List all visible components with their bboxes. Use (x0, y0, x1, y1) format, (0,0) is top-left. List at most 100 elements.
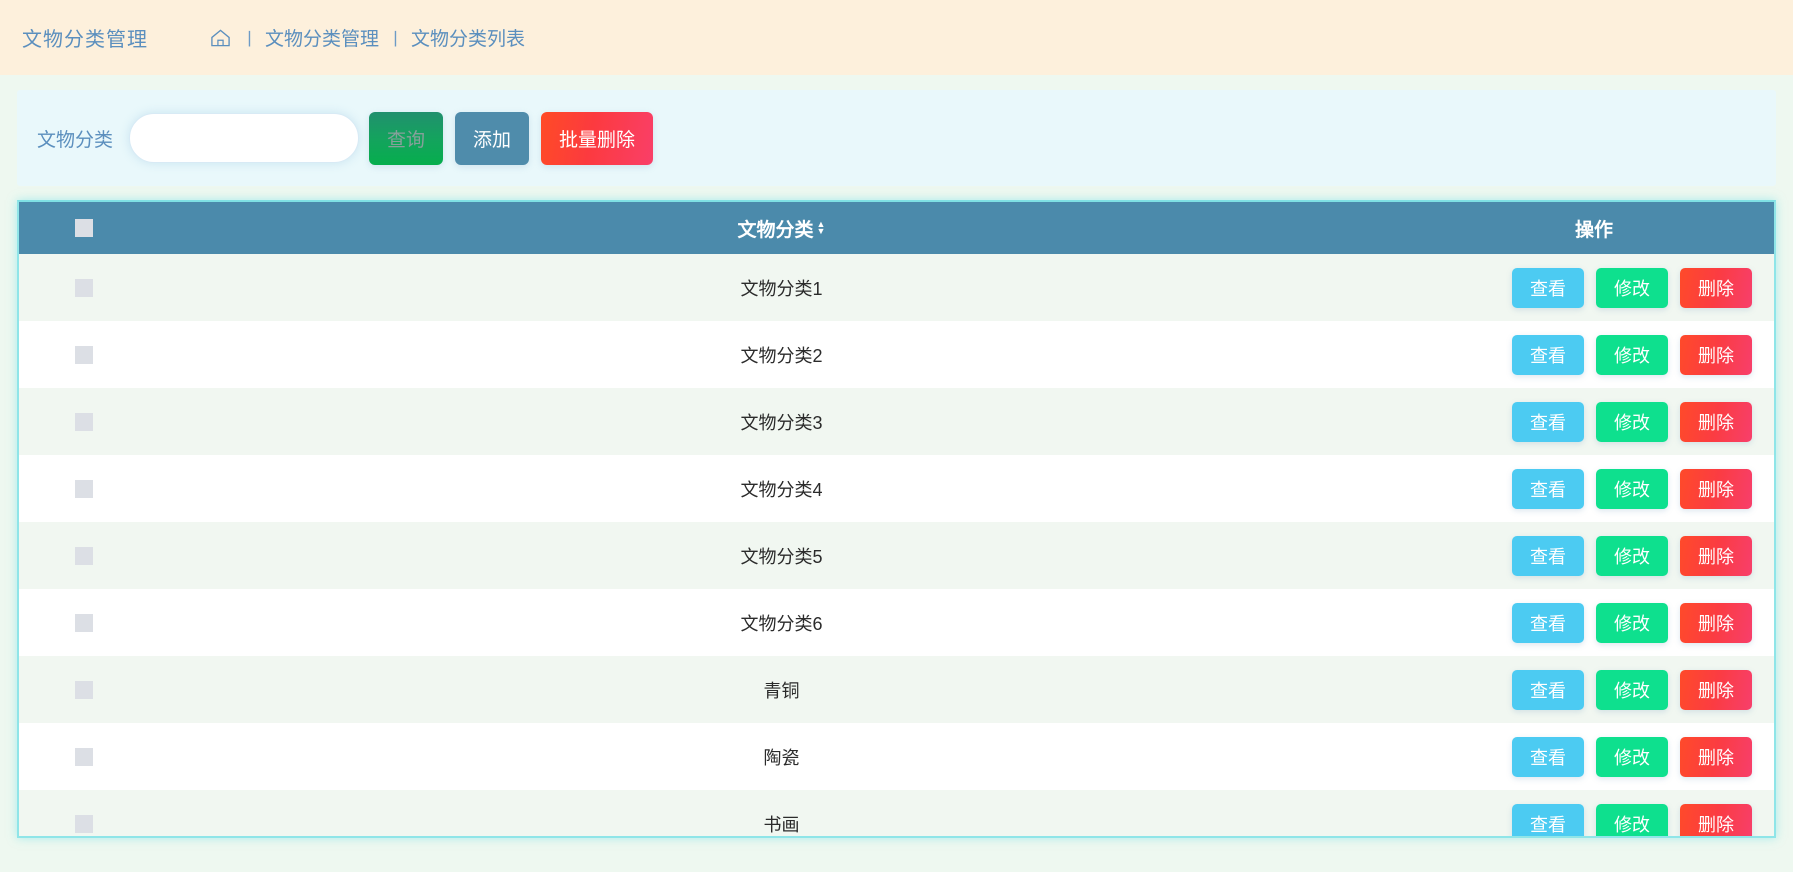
delete-button[interactable]: 删除 (1680, 535, 1752, 576)
row-select-cell (19, 522, 149, 589)
row-action-group: 查看 修改 删除 (1414, 535, 1774, 576)
category-name-cell: 文物分类5 (740, 546, 823, 567)
row-action-group: 查看 修改 删除 (1414, 468, 1774, 509)
row-checkbox[interactable] (75, 279, 93, 298)
batch-delete-button[interactable]: 批量删除 (541, 111, 654, 165)
name-column-header[interactable]: 文物分类 ▲ ▼ (149, 202, 1414, 254)
search-input[interactable] (129, 113, 360, 163)
row-checkbox[interactable] (75, 480, 93, 499)
edit-button[interactable]: 修改 (1596, 401, 1668, 442)
edit-button[interactable]: 修改 (1596, 267, 1668, 308)
row-select-cell (19, 455, 149, 522)
row-action-group: 查看 修改 删除 (1414, 334, 1774, 375)
sort-arrows-icon[interactable]: ▲ ▼ (817, 220, 826, 236)
row-action-group: 查看 修改 删除 (1414, 401, 1774, 442)
delete-button[interactable]: 删除 (1680, 736, 1752, 777)
category-name-cell: 文物分类1 (740, 278, 823, 299)
row-action-group: 查看 修改 删除 (1414, 669, 1774, 710)
home-icon[interactable] (210, 28, 231, 48)
edit-button[interactable]: 修改 (1596, 468, 1668, 509)
category-name-cell: 文物分类3 (740, 412, 823, 433)
row-select-cell (19, 790, 149, 836)
delete-button[interactable]: 删除 (1680, 468, 1752, 509)
category-name-cell: 文物分类6 (740, 613, 823, 634)
row-select-cell (19, 388, 149, 455)
table-row: 文物分类2 查看 修改 删除 (19, 321, 1774, 388)
view-button[interactable]: 查看 (1512, 267, 1584, 308)
row-checkbox[interactable] (75, 815, 93, 834)
delete-button[interactable]: 删除 (1680, 401, 1752, 442)
edit-button[interactable]: 修改 (1596, 535, 1668, 576)
view-button[interactable]: 查看 (1512, 669, 1584, 710)
row-actions-cell: 查看 修改 删除 (1414, 388, 1774, 455)
delete-button[interactable]: 删除 (1680, 267, 1752, 308)
row-select-cell (19, 656, 149, 723)
edit-button[interactable]: 修改 (1596, 334, 1668, 375)
table-header-row: 文物分类 ▲ ▼ 操作 (19, 202, 1774, 254)
row-actions-cell: 查看 修改 删除 (1414, 723, 1774, 790)
row-actions-cell: 查看 修改 删除 (1414, 455, 1774, 522)
row-actions-cell: 查看 修改 删除 (1414, 589, 1774, 656)
view-button[interactable]: 查看 (1512, 334, 1584, 375)
row-checkbox[interactable] (75, 547, 93, 566)
row-select-cell (19, 723, 149, 790)
view-button[interactable]: 查看 (1512, 803, 1584, 836)
delete-button[interactable]: 删除 (1680, 803, 1752, 836)
table-row: 书画 查看 修改 删除 (19, 790, 1774, 836)
view-button[interactable]: 查看 (1512, 468, 1584, 509)
table-row: 文物分类1 查看 修改 删除 (19, 254, 1774, 321)
delete-button[interactable]: 删除 (1680, 334, 1752, 375)
select-all-checkbox[interactable] (75, 218, 93, 237)
edit-button[interactable]: 修改 (1596, 803, 1668, 836)
row-actions-cell: 查看 修改 删除 (1414, 254, 1774, 321)
view-button[interactable]: 查看 (1512, 535, 1584, 576)
category-name-cell: 文物分类4 (740, 479, 823, 500)
category-name-cell: 青铜 (763, 680, 800, 701)
edit-button[interactable]: 修改 (1596, 602, 1668, 643)
row-action-group: 查看 修改 删除 (1414, 736, 1774, 777)
table-row: 文物分类4 查看 修改 删除 (19, 455, 1774, 522)
breadcrumb: 丨 文物分类管理 丨 文物分类列表 (210, 24, 525, 51)
search-field-label: 文物分类 (37, 129, 114, 151)
search-toolbar-panel: 文物分类 查询 添加 批量删除 (17, 90, 1776, 186)
row-checkbox[interactable] (75, 614, 93, 633)
breadcrumb-separator-1: 丨 (241, 30, 258, 49)
row-action-group: 查看 修改 删除 (1414, 803, 1774, 836)
row-actions-cell: 查看 修改 删除 (1414, 321, 1774, 388)
table-header: 文物分类 ▲ ▼ 操作 (19, 202, 1774, 254)
table-row: 陶瓷 查看 修改 删除 (19, 723, 1774, 790)
row-select-cell (19, 589, 149, 656)
row-action-group: 查看 修改 删除 (1414, 267, 1774, 308)
category-name-cell: 文物分类2 (740, 345, 823, 366)
table-row: 青铜 查看 修改 删除 (19, 656, 1774, 723)
edit-button[interactable]: 修改 (1596, 736, 1668, 777)
table-row: 文物分类5 查看 修改 删除 (19, 522, 1774, 589)
row-actions-cell: 查看 修改 删除 (1414, 522, 1774, 589)
row-checkbox[interactable] (75, 413, 93, 432)
row-actions-cell: 查看 修改 删除 (1414, 790, 1774, 836)
view-button[interactable]: 查看 (1512, 602, 1584, 643)
query-button[interactable]: 查询 (369, 111, 444, 165)
row-checkbox[interactable] (75, 748, 93, 767)
row-checkbox[interactable] (75, 346, 93, 365)
breadcrumb-item-1[interactable]: 文物分类列表 (411, 24, 525, 51)
row-actions-cell: 查看 修改 删除 (1414, 656, 1774, 723)
category-name-cell: 陶瓷 (763, 747, 800, 768)
top-header-bar: 文物分类管理 丨 文物分类管理 丨 文物分类列表 (0, 0, 1793, 75)
row-checkbox[interactable] (75, 681, 93, 700)
row-select-cell (19, 321, 149, 388)
add-button[interactable]: 添加 (455, 111, 530, 165)
view-button[interactable]: 查看 (1512, 736, 1584, 777)
breadcrumb-item-0[interactable]: 文物分类管理 (265, 24, 379, 51)
category-name-cell: 书画 (763, 814, 800, 835)
select-all-header (19, 202, 149, 254)
action-column-header: 操作 (1414, 202, 1774, 254)
table-row: 文物分类6 查看 修改 删除 (19, 589, 1774, 656)
edit-button[interactable]: 修改 (1596, 669, 1668, 710)
view-button[interactable]: 查看 (1512, 401, 1584, 442)
delete-button[interactable]: 删除 (1680, 602, 1752, 643)
delete-button[interactable]: 删除 (1680, 669, 1752, 710)
data-table-container: 文物分类 ▲ ▼ 操作 文物分类1 查看 修改 删除 文物分类2 查看 修改 删除 文物分类3 查看… (17, 200, 1776, 838)
page-title: 文物分类管理 (22, 29, 148, 51)
table-body: 文物分类1 查看 修改 删除 文物分类2 查看 修改 删除 文物分类3 查看 修改 删除 文物分类4 查看… (19, 254, 1774, 836)
